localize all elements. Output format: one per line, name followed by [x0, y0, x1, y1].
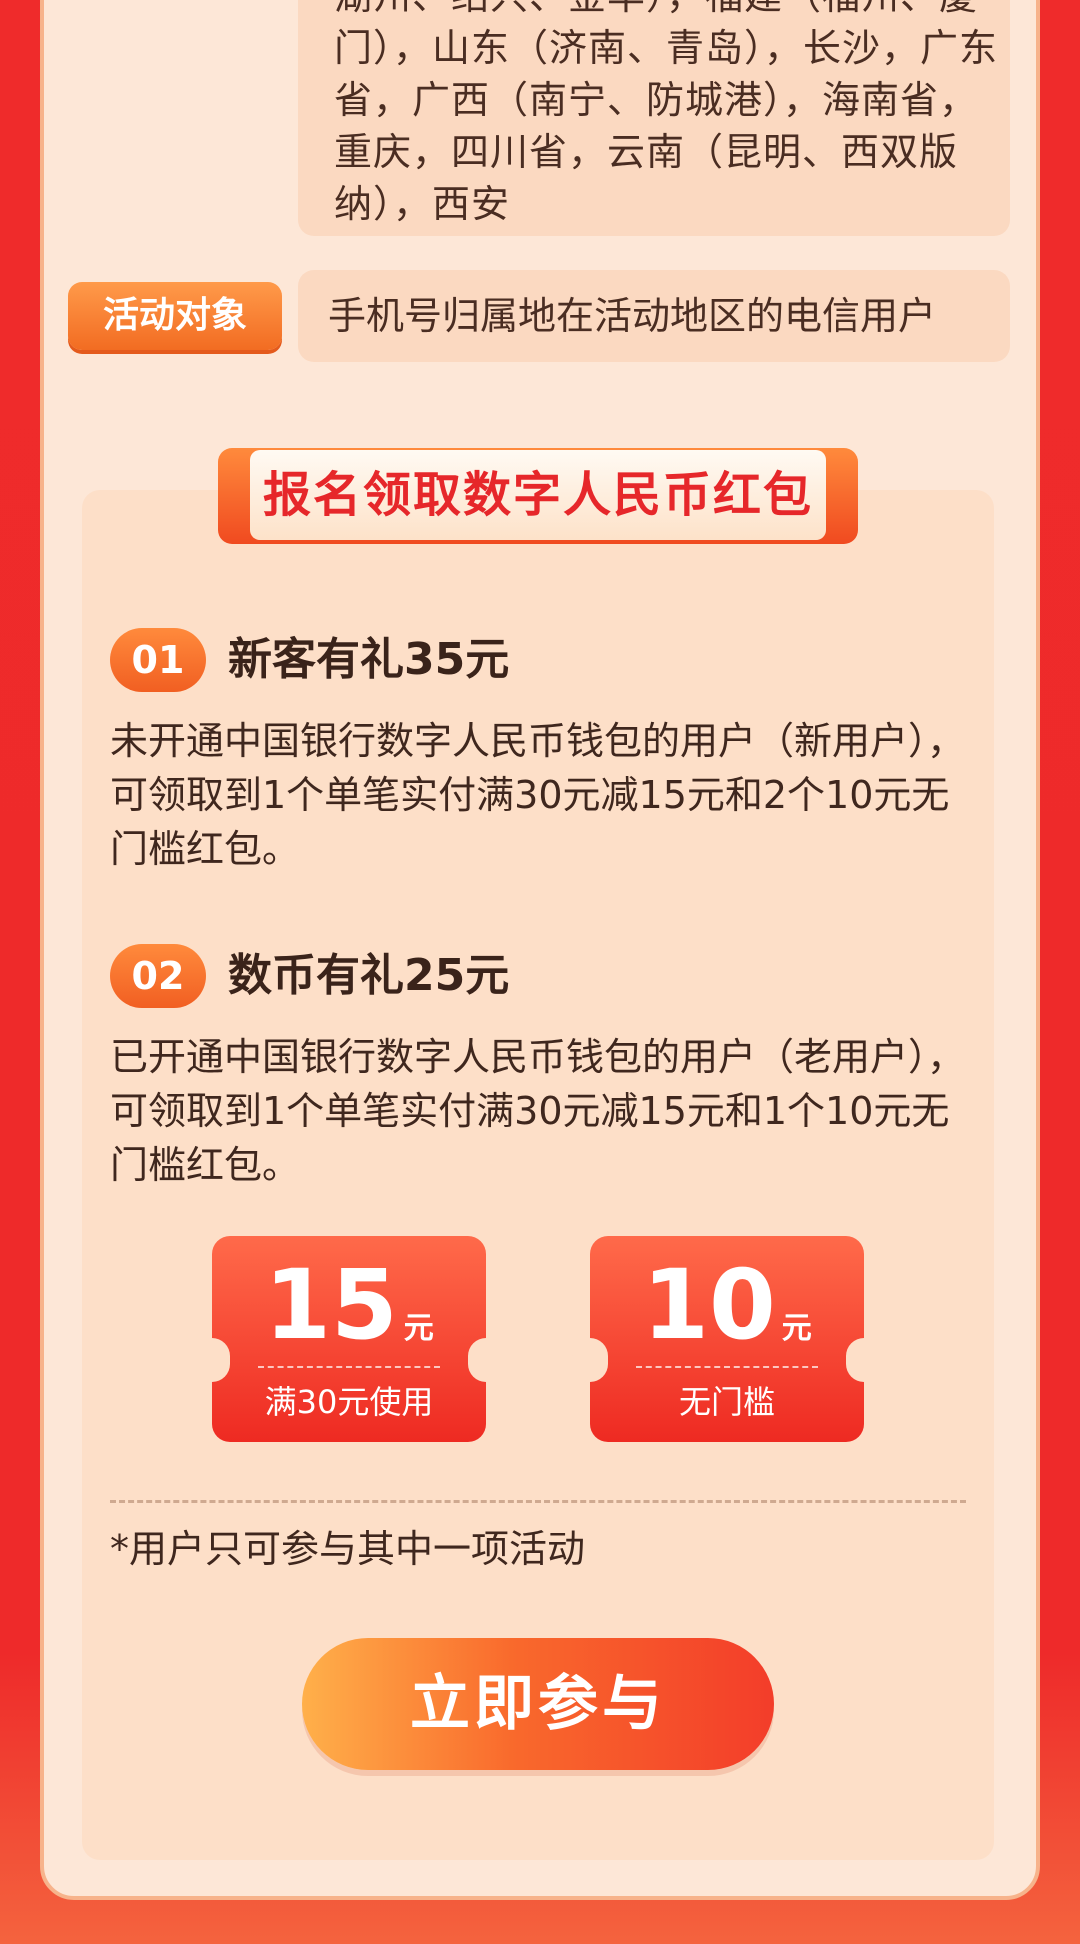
coupon-condition: 无门槛	[678, 1383, 775, 1421]
coupon-divider	[258, 1366, 440, 1368]
coupon-amount-value: 15	[264, 1249, 398, 1361]
coupon-amount-value: 10	[642, 1249, 776, 1361]
coupon-amount-unit: 元	[781, 1311, 812, 1346]
item-desc-new-customer: 未开通中国银行数字人民币钱包的用户（新用户），可领取到1个单笔实付满30元减15…	[110, 719, 966, 871]
join-now-button[interactable]: 立即参与	[302, 1638, 774, 1770]
coupon-amount: 10 元	[590, 1250, 864, 1360]
dashed-divider	[110, 1500, 966, 1503]
item-number-badge: 02	[110, 944, 206, 1008]
target-audience-text: 手机号归属地在活动地区的电信用户	[328, 294, 937, 338]
coupon-divider	[636, 1366, 818, 1368]
region-list-text: 湖州、绍兴、金华），福建（福州、厦门），山东（济南、青岛），长沙，广东省，广西（…	[334, 0, 999, 226]
participation-note: *用户只可参与其中一项活动	[110, 1527, 586, 1571]
target-audience-tag: 活动对象	[68, 282, 282, 350]
item-title-new-customer: 新客有礼35元	[228, 634, 510, 685]
coupon-condition: 满30元使用	[264, 1383, 434, 1421]
signup-title: 报名领取数字人民币红包	[250, 450, 826, 540]
coupon-15: 15 元 满30元使用	[194, 1236, 504, 1442]
coupon-amount-unit: 元	[403, 1311, 434, 1346]
item-desc-existing-customer: 已开通中国银行数字人民币钱包的用户（老用户），可领取到1个单笔实付满30元减15…	[110, 1035, 966, 1187]
coupon-amount: 15 元	[212, 1250, 486, 1360]
coupon-10: 10 元 无门槛	[572, 1236, 882, 1442]
item-number-badge: 01	[110, 628, 206, 692]
item-title-existing-customer: 数币有礼25元	[228, 950, 510, 1001]
